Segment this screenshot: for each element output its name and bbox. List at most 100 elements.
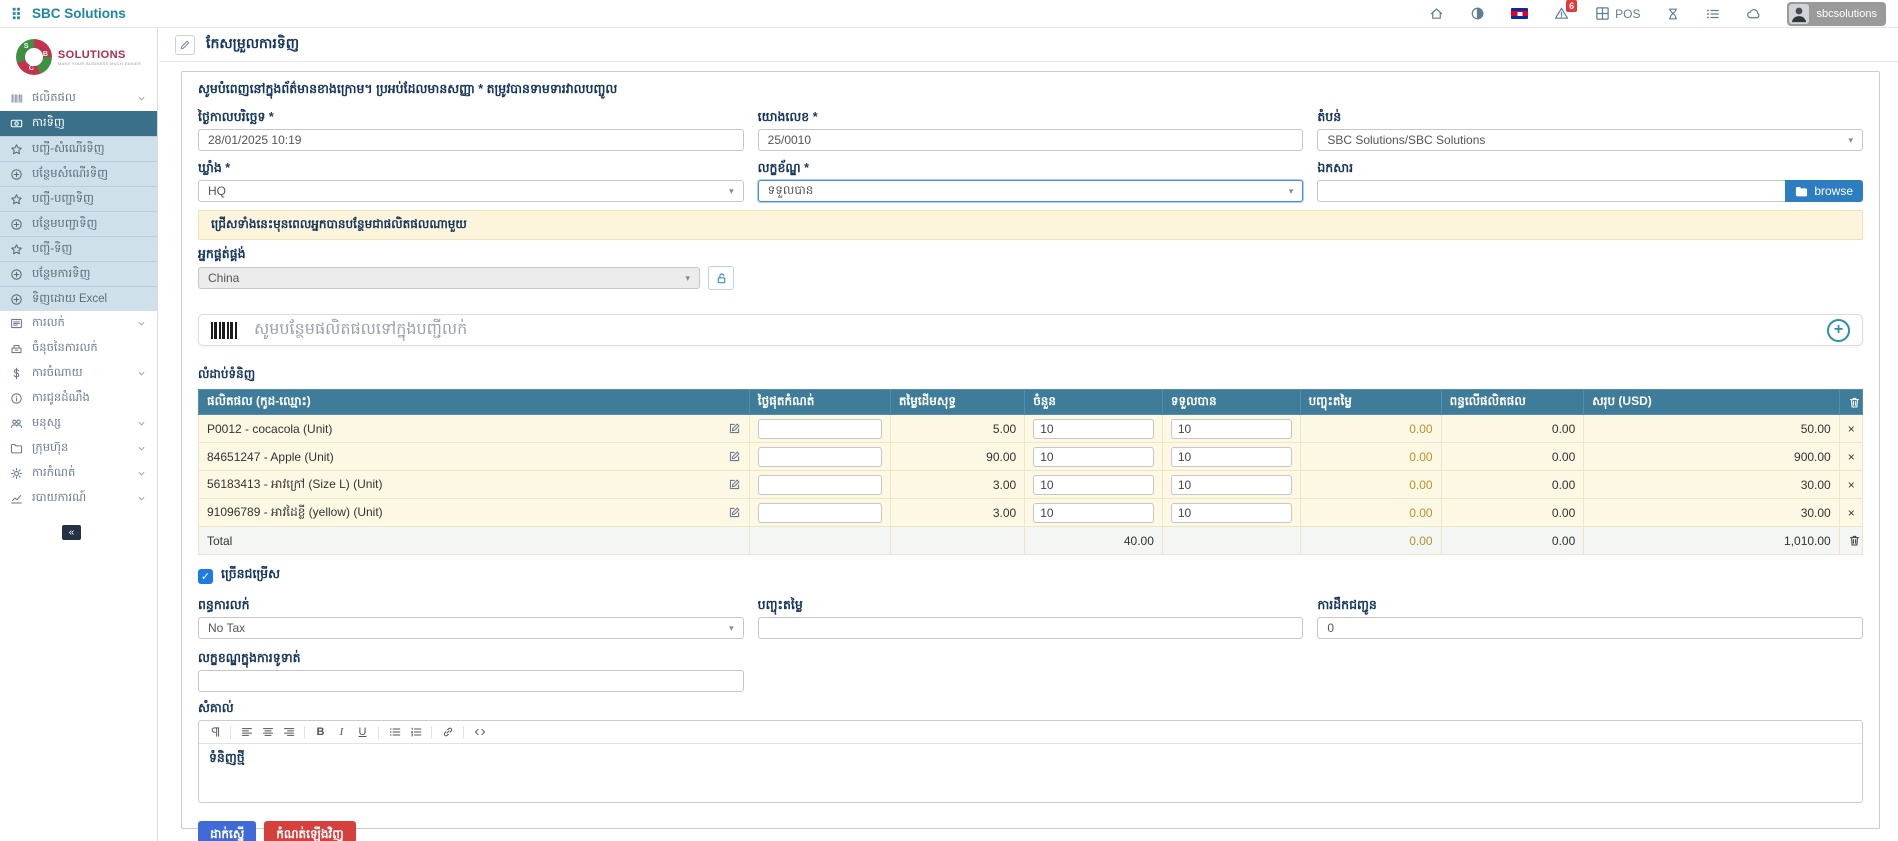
- expiry-cell: [749, 415, 890, 443]
- quantity-input[interactable]: [1033, 447, 1154, 467]
- payment-term-label: លក្ខខណ្ឌក្នុងការទូទាត់: [198, 651, 744, 665]
- product-cell: 56183413 - អាវក្រៅ (Size L) (Unit): [199, 471, 750, 499]
- brand-link[interactable]: SBC Solutions: [12, 6, 126, 21]
- home-icon[interactable]: [1429, 6, 1444, 21]
- code-icon[interactable]: [470, 723, 489, 741]
- quantity-input[interactable]: [1033, 419, 1154, 439]
- discount-cell[interactable]: 0.00: [1300, 415, 1441, 443]
- received-input[interactable]: [1171, 419, 1292, 439]
- document-input[interactable]: [1317, 180, 1786, 202]
- pos-button[interactable]: POS: [1595, 6, 1640, 21]
- list-ol-icon[interactable]: [406, 723, 425, 741]
- sidebar-item-expenses[interactable]: ការចំណាយ: [0, 361, 157, 386]
- trash-icon[interactable]: [1848, 396, 1854, 409]
- remove-row-button[interactable]: ×: [1839, 471, 1862, 499]
- user-menu[interactable]: sbcsolutions: [1787, 2, 1886, 26]
- edit-page-icon[interactable]: [175, 35, 195, 55]
- tax-cell[interactable]: 0.00: [1441, 499, 1584, 527]
- received-input[interactable]: [1171, 475, 1292, 495]
- dollar-icon: [10, 367, 23, 380]
- align-center-icon[interactable]: [258, 723, 277, 741]
- sidebar-item-purchase[interactable]: ការទិញ: [0, 111, 157, 136]
- browse-button[interactable]: browse: [1785, 180, 1863, 202]
- remove-row-button[interactable]: ×: [1839, 443, 1862, 471]
- expiry-input[interactable]: [758, 419, 882, 439]
- alerts-button[interactable]: 6: [1554, 6, 1569, 21]
- quantity-input[interactable]: [1033, 475, 1154, 495]
- warehouse-select[interactable]: HQ ▾: [198, 180, 744, 202]
- sidebar-collapse-button[interactable]: «: [62, 525, 81, 540]
- discount-cell[interactable]: 0.00: [1300, 499, 1441, 527]
- order-tax-select[interactable]: No Tax ▾: [198, 617, 744, 639]
- tax-cell[interactable]: 0.00: [1441, 443, 1584, 471]
- trash-icon[interactable]: [1848, 534, 1854, 547]
- list-bullets-icon[interactable]: [1706, 7, 1720, 21]
- status-select[interactable]: ទទួលបាន ▾: [758, 180, 1304, 202]
- sidebar-item-people[interactable]: មនុស្ស: [0, 411, 157, 436]
- list-ul-icon[interactable]: [385, 723, 404, 741]
- total-qty-cell: 40.00: [1025, 527, 1163, 555]
- supplier-select[interactable]: China ▾: [198, 267, 700, 289]
- underline-icon[interactable]: U: [353, 723, 372, 741]
- zone-select[interactable]: SBC Solutions/SBC Solutions ▾: [1317, 129, 1863, 151]
- sidebar-item-purchase-request-list[interactable]: បញ្ជី-សំណើរទិញ: [0, 136, 157, 161]
- shipping-input[interactable]: [1317, 617, 1863, 639]
- sidebar-item-purchase-request-add[interactable]: បន្ថែមសំណើរទិញ: [0, 161, 157, 186]
- submit-button[interactable]: ដាក់ស្នើ: [198, 821, 256, 841]
- received-input[interactable]: [1171, 503, 1292, 523]
- sidebar-item-purchase-excel[interactable]: ទិញដោយ Excel: [0, 286, 157, 311]
- more-options-checkbox[interactable]: ✓: [198, 569, 213, 584]
- items-total-row: Total 40.00 0.00 0.00 1,010.00: [199, 527, 1863, 555]
- hourglass-icon[interactable]: [1666, 7, 1680, 21]
- remove-row-button[interactable]: ×: [1839, 499, 1862, 527]
- date-input[interactable]: [198, 129, 744, 151]
- remove-row-button[interactable]: ×: [1839, 415, 1862, 443]
- note-editor-content[interactable]: ទំនិញថ្មី: [199, 744, 1862, 802]
- link-icon[interactable]: [438, 723, 457, 741]
- chevron-down-icon: [136, 318, 147, 329]
- edit-product-icon[interactable]: [728, 422, 741, 435]
- sidebar-item-reports[interactable]: របាយការណ៍: [0, 486, 157, 511]
- align-left-icon[interactable]: [237, 723, 256, 741]
- register-icon: [10, 342, 23, 355]
- expiry-input[interactable]: [758, 503, 882, 523]
- sidebar-item-purchase-list[interactable]: បញ្ជី-ទិញ: [0, 236, 157, 261]
- received-input[interactable]: [1171, 447, 1292, 467]
- edit-product-icon[interactable]: [728, 478, 741, 491]
- more-options-row: ✓ ច្រើនជម្រើស: [198, 567, 1863, 585]
- sidebar-item-purchase-add[interactable]: បន្ថែមការទិញ: [0, 261, 157, 286]
- expiry-input[interactable]: [758, 475, 882, 495]
- reference-input[interactable]: [758, 129, 1304, 151]
- bold-icon[interactable]: B: [311, 723, 330, 741]
- sidebar-item-notifications[interactable]: ការជូនដំណឹង: [0, 386, 157, 411]
- discount-cell[interactable]: 0.00: [1300, 471, 1441, 499]
- chevron-down-icon: [136, 443, 147, 454]
- align-right-icon[interactable]: [279, 723, 298, 741]
- sidebar-item-purchase-order-list[interactable]: បញ្ជី-បញ្ជាទិញ: [0, 186, 157, 211]
- product-search-input[interactable]: សូមបន្ថែមផលិតផលទៅក្នុងបញ្ជីលក់: [254, 318, 1827, 342]
- sidebar-item-settings[interactable]: ការកំណត់: [0, 461, 157, 486]
- sidebar-item-sales[interactable]: ការលក់: [0, 311, 157, 336]
- sidebar-item-company[interactable]: ក្រុមហ៊ុន: [0, 436, 157, 461]
- sidebar-item-products[interactable]: ផលិតផល: [0, 86, 157, 111]
- add-product-button[interactable]: +: [1827, 319, 1850, 342]
- tax-cell[interactable]: 0.00: [1441, 415, 1584, 443]
- sidebar-item-purchase-order-add[interactable]: បន្ថែមបញ្ជាទិញ: [0, 211, 157, 236]
- contrast-icon[interactable]: [1470, 6, 1485, 21]
- payment-term-input[interactable]: [198, 670, 744, 692]
- sidebar-item-pos[interactable]: ចំនុចនៃការលក់: [0, 336, 157, 361]
- edit-product-icon[interactable]: [728, 450, 741, 463]
- paragraph-icon[interactable]: [205, 723, 224, 741]
- reset-button[interactable]: កំណត់ឡើងវិញ: [264, 821, 355, 841]
- unlock-supplier-button[interactable]: [708, 266, 734, 290]
- expiry-input[interactable]: [758, 447, 882, 467]
- edit-product-icon[interactable]: [728, 506, 741, 519]
- quantity-input[interactable]: [1033, 503, 1154, 523]
- sidebar-logo[interactable]: S B C SOLUTIONS MAKE YOUR BUSINESS MUCH …: [0, 28, 157, 86]
- order-discount-input[interactable]: [758, 617, 1304, 639]
- cloud-icon[interactable]: [1746, 6, 1761, 21]
- tax-cell[interactable]: 0.00: [1441, 471, 1584, 499]
- italic-icon[interactable]: I: [332, 723, 351, 741]
- cambodia-flag-icon[interactable]: [1511, 8, 1528, 19]
- discount-cell[interactable]: 0.00: [1300, 443, 1441, 471]
